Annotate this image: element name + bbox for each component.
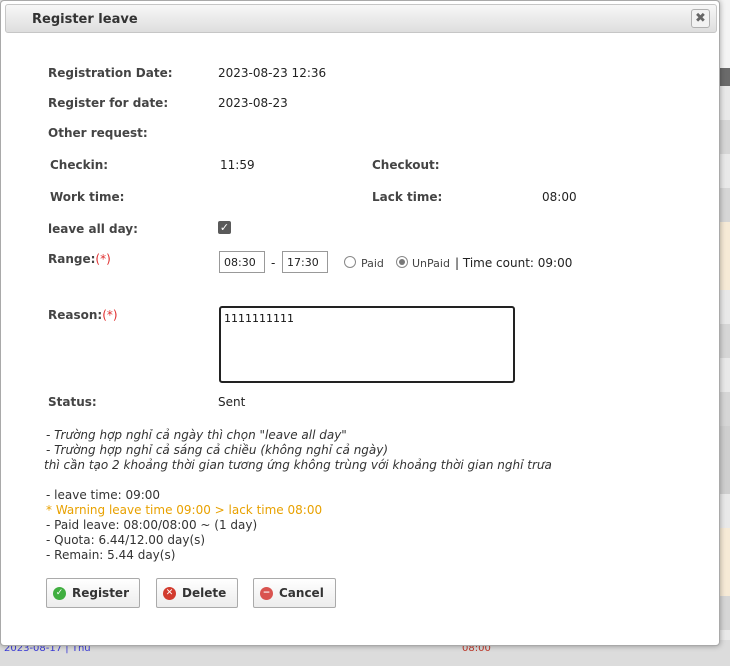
- register-for-date-value: 2023-08-23: [218, 96, 288, 110]
- cancel-button[interactable]: − Cancel: [253, 578, 336, 608]
- paid-leave-info: - Paid leave: 08:00/08:00 ~ (1 day): [46, 518, 258, 532]
- status-label: Status:: [48, 395, 97, 409]
- register-button-label: Register: [71, 586, 129, 600]
- registration-date-label: Registration Date:: [48, 66, 173, 80]
- work-time-label: Work time:: [50, 190, 125, 204]
- delete-button-label: Delete: [182, 586, 227, 600]
- range-from-input[interactable]: [219, 251, 265, 273]
- lack-time-label: Lack time:: [372, 190, 443, 204]
- note-line: - Trường hợp nghỉ cả ngày thì chọn "leav…: [46, 428, 347, 442]
- delete-button[interactable]: ✕ Delete: [156, 578, 238, 608]
- checkmark-icon: ✓: [53, 586, 66, 600]
- reason-label: Reason:(*): [48, 308, 118, 322]
- quota-info: - Quota: 6.44/12.00 day(s): [46, 533, 206, 547]
- register-for-date-label: Register for date:: [48, 96, 169, 110]
- lack-time-value: 08:00: [542, 190, 577, 204]
- required-mark: (*): [102, 308, 118, 322]
- checkout-label: Checkout:: [372, 158, 440, 172]
- cancel-button-label: Cancel: [279, 586, 324, 600]
- register-leave-dialog: Register leave ✖ Registration Date: 2023…: [0, 0, 720, 646]
- cancel-icon: −: [260, 586, 273, 600]
- checkin-value: 11:59: [220, 158, 255, 172]
- warning-text: * Warning leave time 09:00 > lack time 0…: [46, 503, 323, 517]
- close-icon[interactable]: ✖: [691, 9, 710, 28]
- leave-time-info: - leave time: 09:00: [46, 488, 161, 502]
- range-label: Range:(*): [48, 252, 111, 266]
- remain-info: - Remain: 5.44 day(s): [46, 548, 176, 562]
- register-button[interactable]: ✓ Register: [46, 578, 140, 608]
- dialog-titlebar[interactable]: Register leave ✖: [5, 4, 717, 33]
- note-line: thì cần tạo 2 khoảng thời gian tương ứng…: [44, 458, 552, 472]
- leave-all-day-checkbox[interactable]: ✓: [218, 221, 231, 234]
- range-to-input[interactable]: [282, 251, 328, 273]
- paid-radio-label[interactable]: Paid: [361, 257, 384, 270]
- leave-all-day-label: leave all day:: [48, 222, 138, 236]
- required-mark: (*): [95, 252, 111, 266]
- registration-date-value: 2023-08-23 12:36: [218, 66, 327, 80]
- range-separator: -: [271, 256, 276, 270]
- time-count-text: | Time count: 09:00: [455, 256, 573, 270]
- checkin-label: Checkin:: [50, 158, 109, 172]
- status-value: Sent: [218, 395, 246, 409]
- delete-icon: ✕: [163, 586, 176, 600]
- unpaid-radio-label[interactable]: UnPaid: [412, 257, 450, 270]
- reason-textarea[interactable]: 1111111111: [219, 306, 515, 383]
- dialog-title: Register leave: [32, 12, 138, 27]
- other-request-label: Other request:: [48, 126, 148, 140]
- unpaid-radio[interactable]: [396, 256, 408, 268]
- note-line: - Trường hợp nghỉ cả sáng cả chiều (khôn…: [46, 443, 389, 457]
- paid-radio[interactable]: [344, 256, 356, 268]
